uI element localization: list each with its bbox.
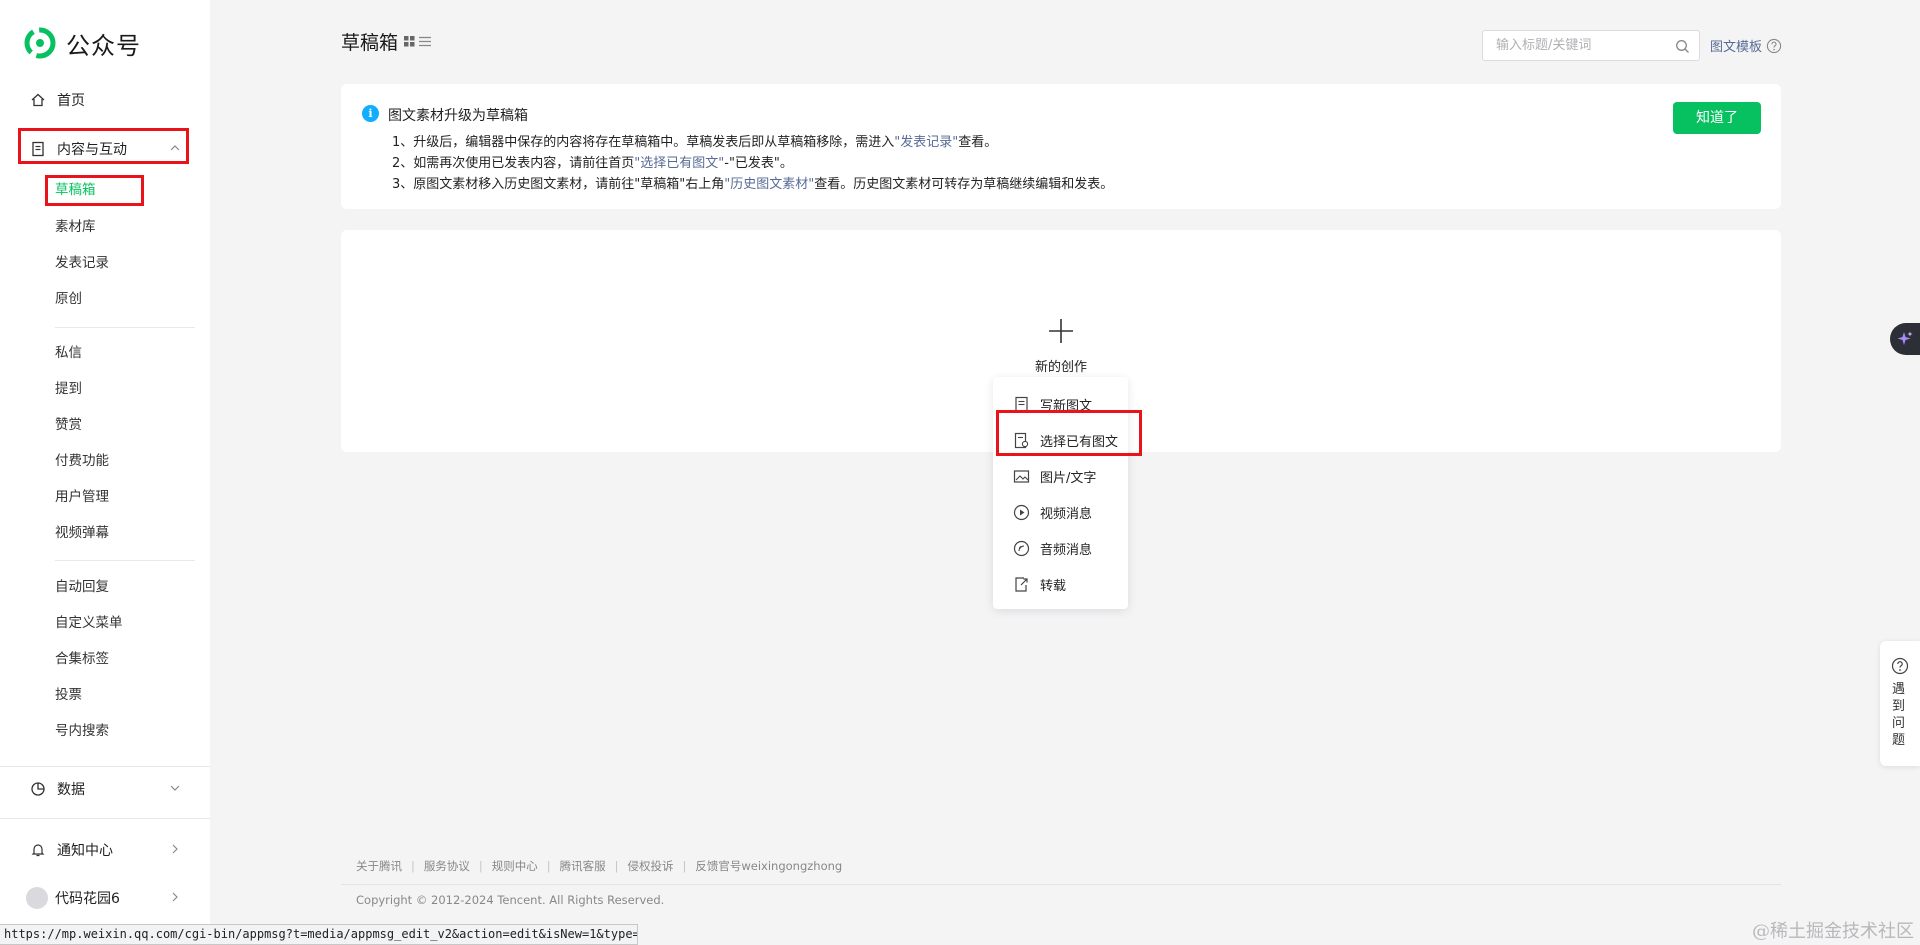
notice-line-1: 1、升级后，编辑器中保存的内容将存在草稿箱中。草稿发表后即从草稿箱移除，需进入"…: [392, 131, 997, 150]
history-materials-link[interactable]: "历史图文素材": [724, 177, 814, 192]
sidebar-item-library[interactable]: 素材库: [55, 217, 96, 237]
notice-text: 1、升级后，编辑器中保存的内容将存在草稿箱中。草稿发表后即从草稿箱移除，需进入: [392, 135, 895, 150]
chevron-right-icon: [172, 892, 178, 902]
nav-home-label: 首页: [57, 93, 85, 109]
nav-account[interactable]: 代码花园6: [55, 887, 178, 909]
nav-notifications[interactable]: 通知中心: [30, 839, 178, 861]
sparkle-icon: [1897, 331, 1913, 345]
sidebar-item-mentions[interactable]: 提到: [55, 379, 82, 399]
page-title-text: 草稿箱: [341, 32, 399, 54]
footer-link[interactable]: 服务协议: [424, 858, 470, 874]
audio-circle-icon: [1013, 540, 1030, 556]
sidebar-item-danmaku[interactable]: 视频弹幕: [55, 523, 109, 543]
notice-text: 查看。历史图文素材可转存为草稿继续编辑和发表。: [814, 177, 1114, 192]
footer-link[interactable]: 关于腾讯: [356, 858, 402, 874]
help-label: 遇到问题: [1892, 682, 1906, 748]
template-link-label: 图文模板: [1710, 40, 1763, 55]
sidebar-item-paid[interactable]: 付费功能: [55, 451, 109, 471]
sidebar-item-search[interactable]: 号内搜索: [55, 721, 109, 741]
help-panel[interactable]: 遇到问题: [1880, 641, 1920, 766]
list-view-icon[interactable]: [419, 36, 432, 47]
play-circle-icon: [1013, 504, 1030, 520]
new-creation-label[interactable]: 新的创作: [1035, 356, 1087, 375]
question-circle-icon[interactable]: [1766, 38, 1782, 54]
search-input[interactable]: [1496, 38, 1666, 53]
sidebar-item-vote[interactable]: 投票: [55, 685, 82, 705]
ai-assistant-button[interactable]: [1890, 323, 1920, 355]
menu-item-label: 视频消息: [1040, 506, 1093, 522]
got-it-button[interactable]: 知道了: [1673, 102, 1761, 134]
copyright: Copyright © 2012-2024 Tencent. All Right…: [356, 893, 665, 907]
nav-home[interactable]: 首页: [30, 89, 85, 111]
info-icon: i: [362, 105, 379, 122]
home-icon: [31, 93, 45, 107]
nav-data[interactable]: 数据: [30, 778, 180, 800]
plus-icon[interactable]: [1048, 318, 1074, 344]
menu-item-video[interactable]: 视频消息: [1013, 502, 1092, 522]
wechat-logo-icon: [24, 27, 56, 59]
divider: [55, 560, 195, 561]
avatar[interactable]: [26, 887, 48, 909]
sidebar-item-auto-reply[interactable]: 自动回复: [55, 577, 109, 597]
footer-links: 关于腾讯 | 服务协议 | 规则中心 | 腾讯客服 | 侵权投诉 | 反馈官号weixin…: [356, 858, 843, 874]
sidebar-item-collection-tags[interactable]: 合集标签: [55, 649, 109, 669]
sidebar-item-original[interactable]: 原创: [55, 289, 82, 309]
select-existing-link[interactable]: "选择已有图文": [634, 156, 724, 171]
share-icon: [1015, 576, 1028, 592]
footer-link[interactable]: 反馈官号weixingongzhong: [695, 858, 842, 874]
search-box: [1482, 30, 1700, 61]
watermark: @稀土掘金技术社区: [1752, 921, 1914, 942]
menu-item-label: 音频消息: [1040, 542, 1093, 558]
footer-divider: [341, 884, 1781, 885]
account-name: 代码花园6: [55, 891, 120, 907]
divider: [0, 766, 210, 767]
notice-text: 查看。: [958, 135, 998, 150]
divider: [0, 818, 210, 819]
sidebar-item-messages[interactable]: 私信: [55, 343, 82, 363]
pie-chart-icon: [31, 782, 45, 796]
highlight-box-drafts: [45, 175, 144, 206]
menu-item-repost[interactable]: 转载: [1013, 574, 1066, 594]
logo[interactable]: 公众号: [24, 26, 141, 60]
bell-icon: [31, 844, 45, 857]
highlight-box-content: [18, 128, 189, 164]
browser-status-url: https://mp.weixin.qq.com/cgi-bin/appmsg?…: [0, 924, 638, 945]
sidebar-item-publish-records[interactable]: 发表记录: [55, 253, 109, 273]
footer-link[interactable]: 侵权投诉: [628, 858, 674, 874]
chevron-right-icon: [172, 844, 178, 854]
nav-data-label: 数据: [57, 782, 85, 798]
page-title: 草稿箱: [341, 28, 432, 55]
nav-notifications-label: 通知中心: [57, 843, 113, 859]
grid-view-icon[interactable]: [404, 36, 415, 47]
notice-line-3: 3、原图文素材移入历史图文素材，请前往"草稿箱"右上角"历史图文素材"查看。历史…: [392, 173, 1113, 192]
footer-link[interactable]: 规则中心: [492, 858, 538, 874]
chevron-down-icon: [170, 785, 180, 791]
notice-line-2: 2、如需再次使用已发表内容，请前往首页"选择已有图文"-"已发表"。: [392, 152, 793, 171]
publish-records-link[interactable]: "发表记录": [894, 135, 958, 150]
sidebar-item-users[interactable]: 用户管理: [55, 487, 109, 507]
notice-title: 图文素材升级为草稿箱: [388, 108, 528, 124]
notice-text: 3、原图文素材移入历史图文素材，请前往"草稿箱"右上角: [392, 177, 725, 192]
menu-item-image-text[interactable]: 图片/文字: [1013, 466, 1096, 486]
notice-text: 2、如需再次使用已发表内容，请前往首页: [392, 156, 635, 171]
template-link[interactable]: 图文模板: [1710, 36, 1782, 55]
app-name: 公众号: [66, 31, 141, 60]
highlight-box-select-existing: [996, 410, 1142, 456]
sidebar-item-custom-menu[interactable]: 自定义菜单: [55, 613, 123, 633]
footer-link[interactable]: 腾讯客服: [560, 858, 606, 874]
menu-item-label: 转载: [1040, 578, 1067, 594]
search-icon[interactable]: [1675, 39, 1690, 54]
sidebar: 公众号 首页 内容与互动 草稿箱 素材库 发表记录 原创 私信 提到 赞赏 付费…: [0, 0, 210, 945]
menu-item-label: 图片/文字: [1040, 470, 1097, 486]
sidebar-item-appreciation[interactable]: 赞赏: [55, 415, 82, 435]
notice-text: -"已发表"。: [724, 156, 793, 171]
divider: [55, 327, 195, 328]
question-circle-icon: [1891, 657, 1909, 675]
image-icon: [1013, 469, 1030, 483]
upgrade-notice: i 图文素材升级为草稿箱 1、升级后，编辑器中保存的内容将存在草稿箱中。草稿发表…: [341, 84, 1781, 209]
menu-item-audio[interactable]: 音频消息: [1013, 538, 1092, 558]
